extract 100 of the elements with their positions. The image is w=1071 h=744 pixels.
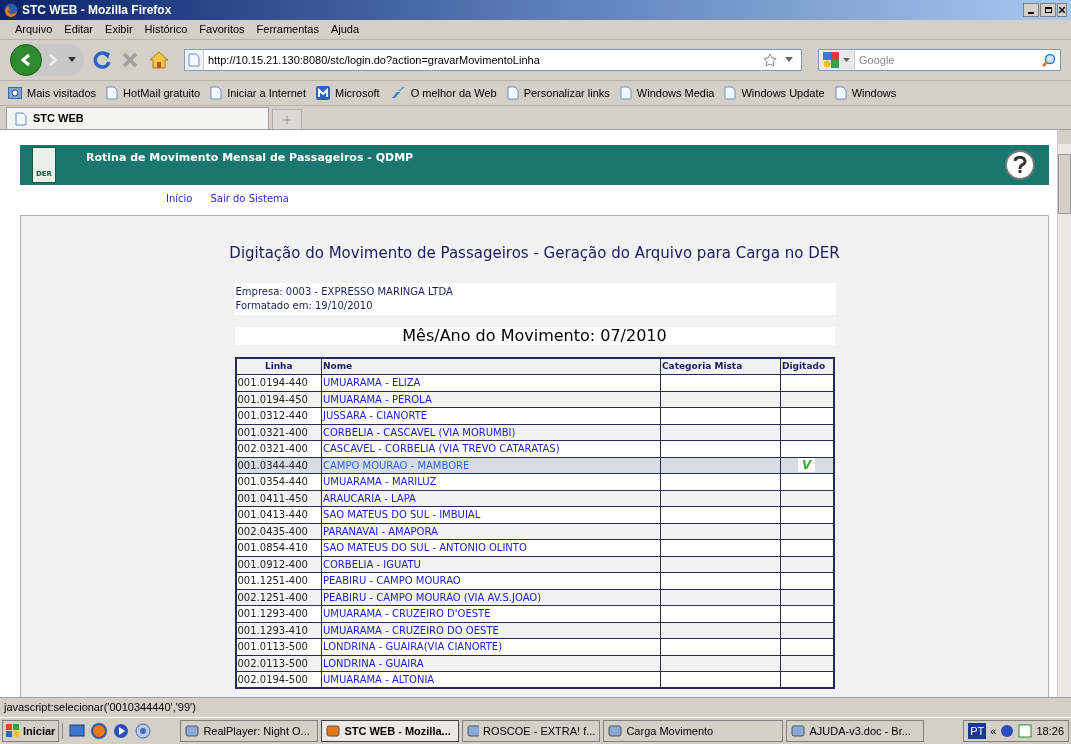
app-icon <box>791 724 806 738</box>
bookmark-link[interactable]: Iniciar a Internet <box>227 84 306 102</box>
column-header: Nome <box>321 357 661 375</box>
page-heading: Digitação do Movimento de Passageiros - Geração do Arquivo para Carga no DER <box>229 243 840 264</box>
column-header: Linha <box>235 357 322 375</box>
table-cell[interactable]: CORBELIA - IGUATU <box>321 556 661 573</box>
minimize-button[interactable] <box>1023 3 1039 17</box>
app-icon <box>185 724 200 738</box>
column-header: Categoria Mista <box>660 357 781 375</box>
table-cell[interactable]: CASCAVEL - CORBELIA (VIA TREVO CATARATAS) <box>321 440 661 457</box>
app-icon <box>326 724 341 738</box>
table-cell: 001.0194-440 <box>235 374 322 391</box>
table-cell: 001.0854-410 <box>235 539 322 556</box>
taskbar-button[interactable]: AJUDA-v3.doc - Br... <box>786 720 925 742</box>
firefox-icon[interactable] <box>91 723 108 739</box>
plus-icon <box>283 115 291 124</box>
table-cell[interactable]: LONDRINA - GUAIRA <box>321 655 661 672</box>
taskbar-button[interactable]: Carga Movimento <box>603 720 784 742</box>
language-indicator[interactable]: PT <box>968 722 987 740</box>
home-icon[interactable] <box>148 50 170 70</box>
close-button[interactable] <box>1057 3 1067 17</box>
page-icon <box>724 86 737 100</box>
table-cell: 002.1251-400 <box>235 589 322 606</box>
network-icon[interactable] <box>1000 724 1015 738</box>
nav-link[interactable]: Início <box>166 191 193 211</box>
menu-item[interactable]: Histórico <box>139 21 193 38</box>
search-engine-icon[interactable] <box>823 52 839 68</box>
reload-icon[interactable] <box>92 50 112 70</box>
vertical-scrollbar[interactable] <box>1057 130 1071 697</box>
menu-item[interactable]: Ajuda <box>325 21 365 38</box>
windows-flag-icon <box>6 724 20 738</box>
app-icon <box>467 724 479 738</box>
table-cell: 001.0113-500 <box>235 638 322 655</box>
bookmark-link[interactable]: Personalizar links <box>523 84 610 102</box>
table-cell[interactable]: ARAUCARIA - LAPA <box>321 490 661 507</box>
star-icon[interactable] <box>763 53 777 67</box>
menu-item[interactable]: Arquivo <box>10 21 58 38</box>
search-field[interactable]: Google <box>855 51 1042 69</box>
restore-button[interactable] <box>1040 3 1056 17</box>
date-text: Formatado em: 19/10/2010 <box>235 298 374 313</box>
bookmark-link[interactable]: Windows <box>851 84 897 102</box>
tray-app-icon[interactable] <box>1018 724 1033 738</box>
search-icon[interactable] <box>1042 53 1056 67</box>
bookmark-link[interactable]: Windows Media <box>636 84 715 102</box>
nav-link[interactable]: Sair do Sistema <box>210 191 289 211</box>
magnifier-icon <box>8 86 22 100</box>
page-icon <box>506 86 519 100</box>
bookmark-link[interactable]: O melhor da Web <box>410 84 497 102</box>
menu-item[interactable]: Exibir <box>100 21 138 38</box>
table-cell: 001.0912-400 <box>235 556 322 573</box>
table-cell: 001.0354-440 <box>235 473 322 490</box>
address-bar[interactable]: http://10.15.21.130:8080/stc/login.do?action=gravarMovimentoLinha <box>184 49 802 71</box>
menu-item[interactable]: Ferramentas <box>251 21 324 38</box>
menu-item[interactable]: Favoritos <box>194 21 250 38</box>
dropdown-icon[interactable] <box>785 57 793 63</box>
expand-tray-button[interactable]: « <box>990 722 997 740</box>
back-button[interactable] <box>10 44 42 76</box>
table-cell[interactable]: PEABIRU - CAMPO MOURAO <box>321 572 661 589</box>
table-cell: 002.0321-400 <box>235 440 322 457</box>
taskbar-button[interactable]: ROSCOE - EXTRA! f... <box>462 720 601 742</box>
bookmark-link[interactable]: Mais visitados <box>27 84 97 102</box>
table-cell[interactable]: UMUARAMA - CRUZEIRO D'OESTE <box>321 605 661 622</box>
browser-tab[interactable]: STC WEB <box>6 107 269 129</box>
dropdown-icon <box>68 57 76 63</box>
menu-item[interactable]: Editar <box>59 21 99 38</box>
close-icon <box>1059 7 1065 13</box>
firefox-icon <box>4 3 18 17</box>
table-cell[interactable]: JUSSARA - CIANORTE <box>321 407 661 424</box>
table-cell[interactable]: CAMPO MOURAO - MAMBORE <box>321 457 661 474</box>
taskbar-button[interactable]: RealPlayer: Night O... <box>180 720 319 742</box>
dropdown-icon[interactable] <box>843 57 850 63</box>
bookmark-link[interactable]: HotMail gratuito <box>123 84 201 102</box>
taskbar-button[interactable]: STC WEB - Mozilla... <box>321 720 460 742</box>
bookmark-link[interactable]: Windows Update <box>741 84 825 102</box>
table-cell[interactable]: PEABIRU - CAMPO MOURAO (VIA AV.S.JOAO) <box>321 589 661 606</box>
table-cell[interactable]: UMUARAMA - CRUZEIRO DO OESTE <box>321 622 661 639</box>
table-cell[interactable]: SAO MATEUS DO SUL - ANTONIO OLINTO <box>321 539 661 556</box>
table-cell: 002.0435-400 <box>235 523 322 540</box>
table-cell[interactable]: SAO MATEUS DO SUL - IMBUIAL <box>321 506 661 523</box>
table-cell[interactable]: LONDRINA - GUAIRA(VIA CIANORTE) <box>321 638 661 655</box>
desktop-icon[interactable] <box>69 723 86 739</box>
search-bar[interactable]: Google <box>818 49 1061 71</box>
media-player-icon[interactable] <box>113 723 130 739</box>
table-cell[interactable]: PARANAVAI - AMAPORA <box>321 523 661 540</box>
company-text: Empresa: 0003 - EXPRESSO MARINGA LTDA <box>235 284 454 299</box>
m-logo-icon <box>316 86 330 100</box>
table-cell[interactable]: UMUARAMA - MARILUZ <box>321 473 661 490</box>
address-field[interactable]: http://10.15.21.130:8080/stc/login.do?action=gravarMovimentoLinha <box>204 51 763 69</box>
table-cell: 001.1251-400 <box>235 572 322 589</box>
period-title: Mês/Ano do Movimento: 07/2010 <box>234 326 835 345</box>
table-cell[interactable]: UMUARAMA - PEROLA <box>321 391 661 408</box>
messenger-icon[interactable] <box>135 723 152 739</box>
table-cell[interactable]: CORBELIA - CASCAVEL (VIA MORUMBI) <box>321 424 661 441</box>
help-icon[interactable] <box>1005 150 1035 180</box>
table-cell[interactable]: UMUARAMA - ALTONIA <box>321 671 661 688</box>
table-cell[interactable]: UMUARAMA - ELIZA <box>321 374 661 391</box>
start-button[interactable]: Iniciar <box>2 720 60 742</box>
bookmark-link[interactable]: Microsoft <box>335 84 380 102</box>
page-icon <box>210 86 223 100</box>
table-cell: 001.1293-400 <box>235 605 322 622</box>
